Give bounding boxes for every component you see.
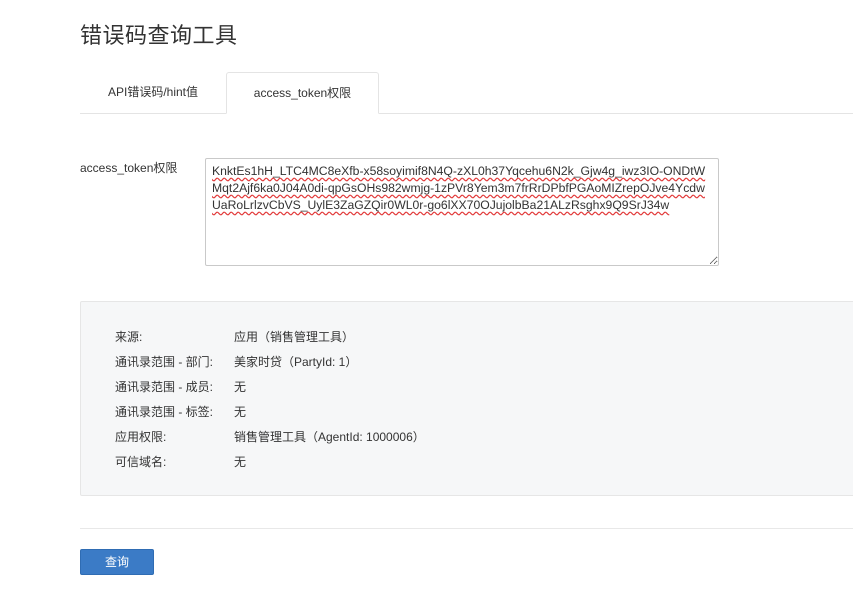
result-key: 可信域名: [115,455,167,469]
tab-api-error-code[interactable]: API错误码/hint值 [80,72,226,112]
result-key: 通讯录范围 - 标签: [115,405,213,419]
result-panel: 来源: 应用（销售管理工具） 通讯录范围 - 部门: 美家时贷（PartyId:… [80,301,853,496]
result-value: 美家时贷（PartyId: 1） [234,355,358,369]
result-value: 应用（销售管理工具） [234,330,355,344]
tab-bar: API错误码/hint值 access_token权限 [80,72,853,114]
result-key: 来源: [115,330,143,344]
page: 错误码查询工具 API错误码/hint值 access_token权限 acce… [0,0,853,608]
query-button[interactable]: 查询 [80,549,154,575]
result-key: 通讯录范围 - 部门: [115,355,213,369]
access-token-label: access_token权限 [80,161,178,175]
result-value: 销售管理工具（AgentId: 1000006） [234,430,425,444]
result-value: 无 [234,405,247,419]
page-title: 错误码查询工具 [80,23,238,48]
result-value: 无 [234,455,247,469]
tab-access-token-permission[interactable]: access_token权限 [226,72,379,114]
result-value: 无 [234,380,247,394]
access-token-input[interactable]: KnktEs1hH_LTC4MC8eXfb-x58soyimif8N4Q-zXL… [205,158,719,266]
result-key: 应用权限: [115,430,167,444]
result-key: 通讯录范围 - 成员: [115,380,213,394]
divider [80,528,853,529]
